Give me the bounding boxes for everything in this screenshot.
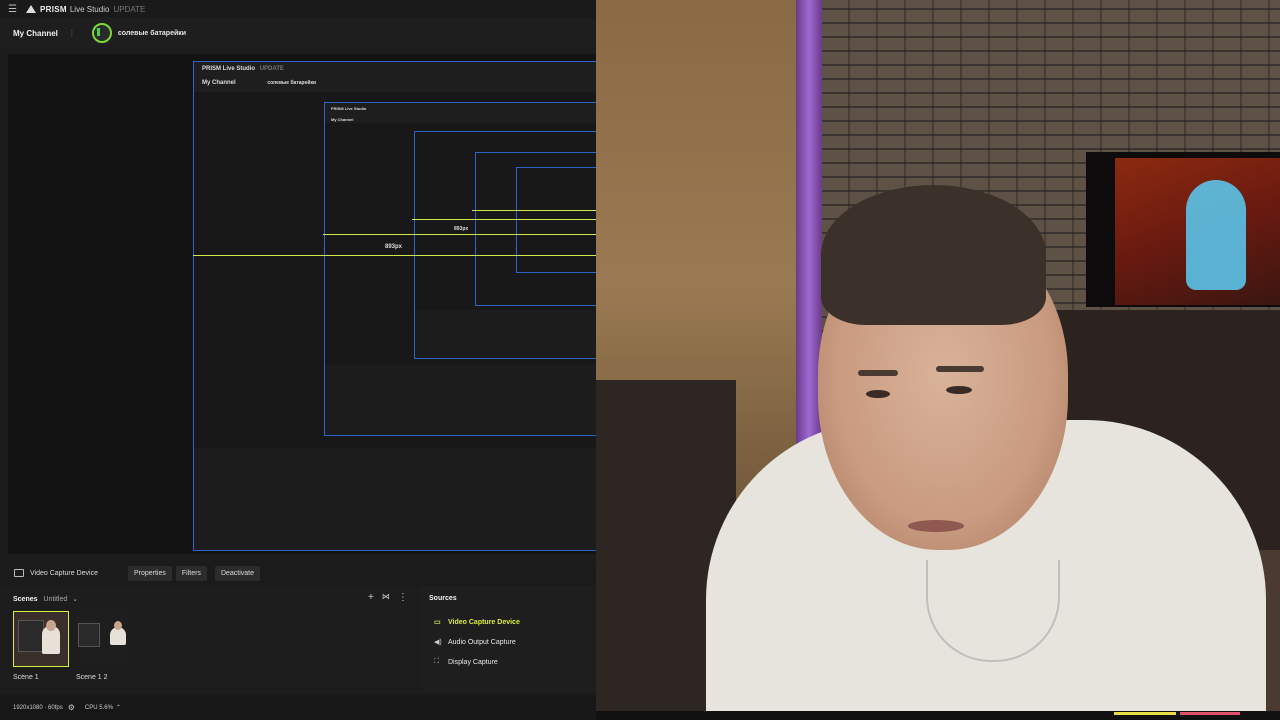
- chevron-down-icon: ⌄: [72, 596, 79, 603]
- channel-bar: My Channel ⋮ солевые батарейки: [0, 18, 596, 48]
- app-brand-sub: Live Studio: [69, 4, 110, 14]
- person-mouth: [908, 520, 964, 532]
- sources-title: Sources: [429, 595, 457, 602]
- source-label: Video Capture Device: [448, 618, 520, 626]
- thumb-head: [114, 621, 122, 630]
- nested-update-1: UPDATE: [259, 66, 284, 72]
- nested-preview-4: [475, 152, 596, 306]
- nested-titlebar-2: PRISM Live Studio My Channel: [325, 103, 596, 123]
- channel-avatar[interactable]: [91, 23, 112, 43]
- nested-channel-title-2: My Channel: [331, 117, 354, 122]
- channel-name: солевые батарейки: [117, 29, 187, 37]
- source-item-video-capture[interactable]: ▭ Video Capture Device: [434, 618, 520, 627]
- source-label: Display Capture: [448, 658, 498, 666]
- source-item-display-capture[interactable]: ⛶ Display Capture: [434, 658, 498, 666]
- alignment-guide-nested-2: [412, 219, 596, 220]
- gear-icon[interactable]: ⚙: [68, 703, 75, 712]
- nested-brand-1: PRISM Live Studio: [202, 66, 256, 72]
- webcam-feed: [596, 0, 1280, 711]
- source-item-audio-output[interactable]: ◀) Audio Output Capture: [434, 638, 516, 647]
- person-brow-right: [936, 366, 984, 372]
- alignment-guide-nested-1: [323, 234, 596, 235]
- person-brow-left: [858, 370, 898, 376]
- properties-button[interactable]: Properties: [127, 565, 172, 581]
- person-eye-left: [866, 390, 890, 398]
- tv-cartoon-figure: [1186, 180, 1246, 290]
- nested-channel-title-1: My Channel: [202, 80, 236, 86]
- nested-preview-5: [516, 167, 596, 273]
- scenes-panel: Scenes Untitled ⌄ + ⋈ ⋮ Scene 1 Scene 1 2: [0, 586, 416, 692]
- update-label[interactable]: UPDATE: [113, 5, 145, 14]
- channel-title: My Channel: [13, 28, 58, 38]
- channel-logo-icon: [96, 28, 106, 36]
- guide-measure-label: 893px: [385, 244, 403, 250]
- scenes-header: Scenes Untitled ⌄: [13, 595, 78, 603]
- selected-source-name: Video Capture Device: [30, 569, 98, 577]
- alignment-guide: [193, 255, 596, 256]
- scene-tools: + ⋈ ⋮: [368, 592, 408, 603]
- pink-led-strip: [1180, 712, 1240, 715]
- scenes-title: Scenes: [13, 596, 38, 603]
- sources-panel: Sources ▭ Video Capture Device ◀) Audio …: [420, 586, 596, 692]
- nested-brand-2: PRISM Live Studio: [331, 106, 367, 111]
- channel-menu-icon[interactable]: ⋮: [68, 29, 76, 38]
- nested-preview-1: PRISM Live Studio UPDATE My Channel соле…: [193, 61, 596, 551]
- nested-preview-3: [414, 131, 596, 359]
- source-toolbar: Video Capture Device Properties Filters …: [0, 561, 596, 585]
- transition-icon[interactable]: ⋈: [382, 592, 390, 603]
- nested-bottom-panel-2: [325, 365, 596, 435]
- scene-thumbnail-1[interactable]: [13, 611, 69, 667]
- guide-measure-label-nested-1: 893px: [454, 226, 469, 232]
- nested-titlebar-1: PRISM Live Studio UPDATE My Channel соле…: [194, 62, 596, 92]
- prism-app-window: ☰ PRISM Live Studio UPDATE My Channel ⋮ …: [0, 0, 596, 720]
- output-resolution: 1920x1080 · 60fps: [13, 704, 63, 711]
- status-bar: 1920x1080 · 60fps ⚙ CPU 5.6% ⌃: [0, 695, 596, 720]
- display-icon: ⛶: [434, 658, 439, 665]
- cpu-usage: CPU 5.6%: [84, 704, 113, 711]
- title-bar: ☰ PRISM Live Studio UPDATE: [0, 0, 596, 18]
- thumb-screen: [78, 623, 100, 647]
- scene-more-icon[interactable]: ⋮: [398, 592, 408, 603]
- thumb-head: [46, 620, 56, 631]
- scene-collection-dropdown[interactable]: Untitled ⌄: [41, 596, 79, 603]
- deactivate-button[interactable]: Deactivate: [214, 565, 261, 581]
- app-brand: PRISM: [40, 4, 67, 14]
- person-eye-right: [946, 386, 972, 394]
- thumb-screen: [18, 620, 44, 652]
- bottom-strip: [596, 711, 1280, 720]
- yellow-led-strip: [1114, 712, 1176, 715]
- scene-thumbnail-2[interactable]: [76, 611, 130, 665]
- nested-preview-2: PRISM Live Studio My Channel: [324, 102, 596, 436]
- scene-collection-name: Untitled: [43, 596, 68, 603]
- speaker-icon: ◀): [434, 639, 442, 646]
- nested-bottom-panel-3: [415, 310, 596, 358]
- hamburger-menu-icon[interactable]: ☰: [8, 4, 20, 15]
- filters-button[interactable]: Filters: [175, 565, 207, 581]
- prism-logo-icon: [26, 5, 36, 13]
- scene-label-1: Scene 1: [13, 674, 39, 681]
- camera-icon: ▭: [434, 619, 441, 626]
- scene-label-2: Scene 1 2: [76, 674, 108, 681]
- source-label: Audio Output Capture: [448, 638, 516, 646]
- chevron-up-icon[interactable]: ⌃: [116, 704, 121, 711]
- nested-bottom-panel-1: [194, 448, 596, 550]
- person-hair: [821, 185, 1046, 325]
- alignment-guide-nested-3: [472, 210, 596, 211]
- nested-channel-name-1: солевые батарейки: [267, 80, 317, 86]
- add-scene-icon[interactable]: +: [368, 592, 374, 603]
- preview-canvas[interactable]: PRISM Live Studio UPDATE My Channel соле…: [8, 54, 596, 554]
- camera-icon: [14, 569, 24, 577]
